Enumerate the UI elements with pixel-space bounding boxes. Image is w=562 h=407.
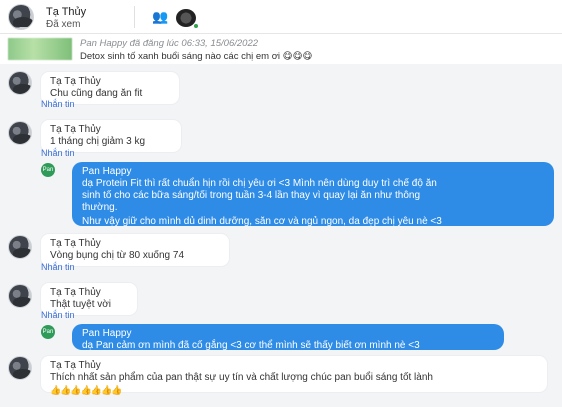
comment-author[interactable]: Tạ Tạ Thủy bbox=[50, 238, 220, 250]
comment-text: Thích nhất sản phẩm của pan thật sự uy t… bbox=[50, 372, 433, 383]
online-dot bbox=[193, 23, 199, 29]
reply-link[interactable]: Nhắn tin bbox=[41, 310, 75, 320]
page-author[interactable]: Pan Happy bbox=[82, 166, 544, 178]
commenter-avatar[interactable] bbox=[8, 71, 32, 95]
comment-text: 1 tháng chị giảm 3 kg bbox=[50, 136, 146, 147]
page-reply-bubble: Pan Happy dạ Protein Fit thì rất chuẩn h… bbox=[72, 162, 554, 227]
commenter-avatar[interactable] bbox=[8, 356, 32, 380]
page-reply-line: dạ Protein Fit thì rất chuẩn hịn rồi chị… bbox=[82, 178, 437, 189]
thumbs-up-emoji: 👍👍👍👍👍👍👍 bbox=[50, 385, 122, 395]
reply-link[interactable]: Nhắn tin bbox=[41, 262, 75, 272]
reply-link[interactable]: Nhắn tin bbox=[41, 148, 75, 158]
post-thumbnail[interactable] bbox=[8, 38, 72, 60]
commenter-avatar[interactable] bbox=[8, 121, 32, 145]
post-text: Detox sinh tố xanh buổi sáng nào các chị… bbox=[80, 51, 313, 62]
comment-text: Vòng bụng chị từ 80 xuống 74 bbox=[50, 250, 185, 261]
page-reply-line: dạ Pan cảm ơn mình đã cố gắng <3 cơ thể … bbox=[82, 340, 420, 351]
page-avatar[interactable]: Pan bbox=[41, 325, 55, 339]
page-reply-line: Như vậy giữ cho mình dủ dinh dưỡng, săn … bbox=[82, 216, 442, 227]
comment-author[interactable]: Tạ Tạ Thủy bbox=[50, 360, 538, 372]
header-divider bbox=[134, 6, 135, 28]
comment-author[interactable]: Tạ Tạ Thủy bbox=[50, 124, 172, 136]
page-reply-line: thường. bbox=[82, 202, 118, 213]
conversation-header: Tạ Thủy Đã xem 👥 bbox=[0, 0, 562, 34]
comment-bubble: Tạ Tạ Thủy Thích nhất sản phẩm của pan t… bbox=[41, 356, 547, 395]
user-avatar[interactable] bbox=[8, 4, 34, 30]
page-avatar[interactable]: Pan bbox=[41, 163, 55, 177]
comment-author[interactable]: Tạ Tạ Thủy bbox=[50, 287, 128, 299]
seen-status: Đã xem bbox=[46, 19, 81, 30]
page-reply-line: sinh tố cho các bữa sáng/tối trong tuần … bbox=[82, 190, 421, 201]
person-add-icon[interactable]: 👥 bbox=[152, 10, 168, 24]
comment-author[interactable]: Tạ Tạ Thủy bbox=[50, 76, 170, 88]
commenter-avatar[interactable] bbox=[8, 235, 32, 259]
header-name[interactable]: Tạ Thủy bbox=[46, 6, 86, 18]
reply-link[interactable]: Nhắn tin bbox=[41, 99, 75, 109]
page-author[interactable]: Pan Happy bbox=[82, 328, 494, 340]
post-meta: Pan Happy đã đăng lúc 06:33, 15/06/2022 bbox=[80, 38, 259, 49]
commenter-avatar[interactable] bbox=[8, 284, 32, 308]
page-reply-bubble: Pan Happy dạ Pan cảm ơn mình đã cố gắng … bbox=[72, 324, 504, 351]
